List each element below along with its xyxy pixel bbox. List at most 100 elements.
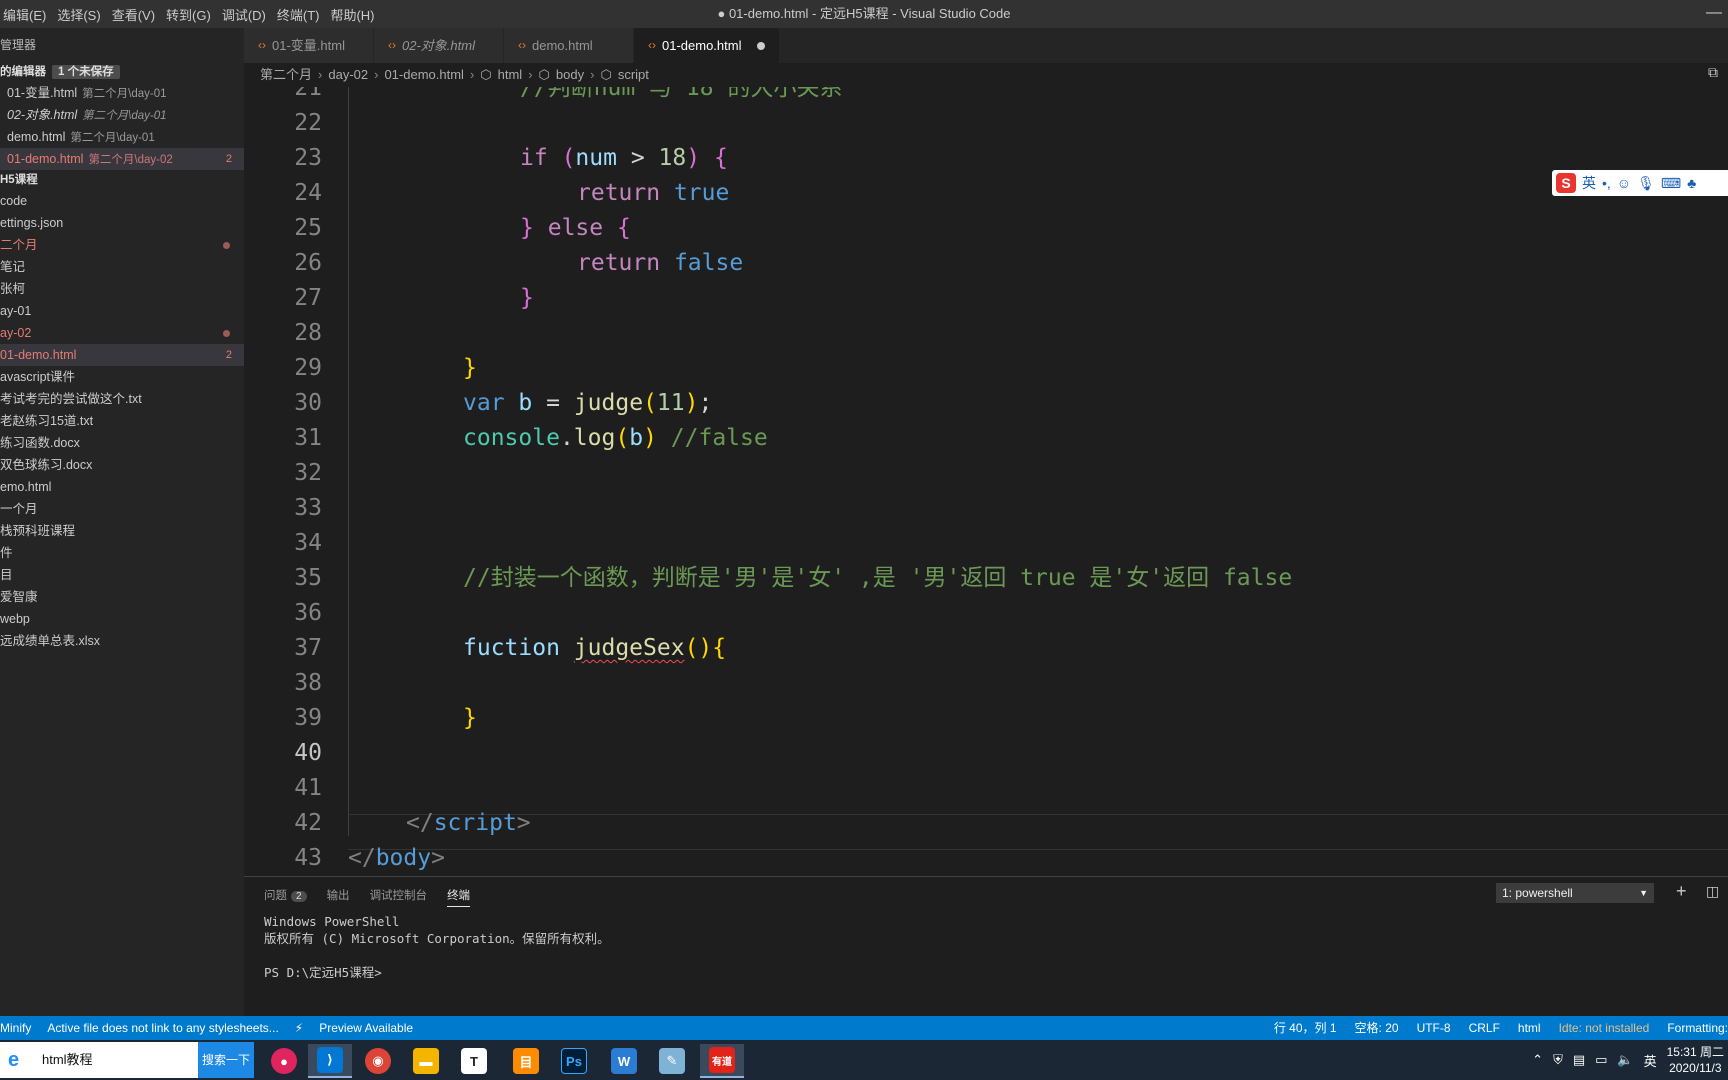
project-section[interactable]: H5课程 xyxy=(0,170,244,190)
notepad-icon[interactable]: ✎ xyxy=(650,1044,694,1078)
tree-item[interactable]: webp xyxy=(0,608,244,630)
photoshop-icon[interactable]: Ps xyxy=(552,1044,596,1078)
tab-01-demo[interactable]: ‹› 01-demo.html xyxy=(634,28,781,63)
tab-01-variables[interactable]: ‹› 01-变量.html xyxy=(244,28,374,63)
vscode-icon[interactable]: ⟩ xyxy=(308,1044,352,1078)
typora-icon[interactable]: T xyxy=(452,1044,496,1078)
terminal-output[interactable]: Windows PowerShell 版权所有 (C) Microsoft Cor… xyxy=(264,913,610,981)
tree-item[interactable]: 远成绩单总表.xlsx xyxy=(0,630,244,652)
tray-ime[interactable]: 英 xyxy=(1644,1051,1657,1070)
wps-writer-icon[interactable]: W xyxy=(602,1044,646,1078)
code-line: 34 xyxy=(294,530,322,556)
tree-item[interactable]: ettings.json xyxy=(0,212,244,234)
menu-view[interactable]: 查看(V) xyxy=(109,5,163,24)
breadcrumb-item[interactable]: 01-demo.html xyxy=(384,63,463,87)
taskbar-search-input[interactable]: e html教程 xyxy=(0,1042,198,1078)
tree-item[interactable]: emo.html xyxy=(0,476,244,498)
menu-terminal[interactable]: 终端(T) xyxy=(274,5,328,24)
chrome-icon[interactable]: ◉ xyxy=(356,1044,400,1078)
breadcrumb-item[interactable]: 第二个月 xyxy=(260,63,312,87)
volume-icon[interactable]: 🔈 xyxy=(1617,1052,1633,1068)
chevron-up-icon[interactable]: ⌃ xyxy=(1532,1052,1543,1068)
unsaved-dot[interactable] xyxy=(757,41,766,50)
ime-language[interactable]: 英 xyxy=(1582,173,1596,193)
tab-problems[interactable]: 问题 2 xyxy=(264,887,307,907)
menu-goto[interactable]: 转到(G) xyxy=(163,5,219,24)
breadcrumb-item[interactable]: html xyxy=(498,63,523,87)
terminal-prompt: PS D:\定远H5课程> xyxy=(264,965,382,980)
ime-toolbar[interactable]: S 英 •, ☺ 🎙 ⌨ ♣ xyxy=(1552,170,1728,196)
screen-recorder-icon[interactable]: ● xyxy=(262,1044,306,1078)
ime-punct[interactable]: •, xyxy=(1602,175,1611,191)
status-spaces[interactable]: 空格: 20 xyxy=(1355,1016,1399,1040)
code-line: 35//封装一个函数，判断是'男'是'女' ,是 '男'返回 true 是'女'… xyxy=(294,565,1293,591)
tab-output[interactable]: 输出 xyxy=(327,887,350,907)
sogou-logo-icon: S xyxy=(1556,173,1576,193)
open-editor-item[interactable]: 02-对象.html 第二个月\day-01 xyxy=(0,104,244,126)
open-editor-item[interactable]: 01-demo.html 第二个月\day-02 2 xyxy=(0,148,244,170)
battery-icon[interactable]: ▭ xyxy=(1595,1052,1607,1068)
status-minify[interactable]: Minify xyxy=(0,1016,31,1040)
status-stylesheet-message[interactable]: Active file does not link to any stylesh… xyxy=(47,1016,278,1040)
status-language[interactable]: html xyxy=(1518,1016,1541,1040)
menu-selection[interactable]: 选择(S) xyxy=(54,5,108,24)
open-editors-section[interactable]: 的编辑器 1 个未保存 xyxy=(0,62,244,82)
tab-02-objects[interactable]: ‹› 02-对象.html xyxy=(374,28,504,63)
add-terminal-icon[interactable]: + xyxy=(1676,881,1687,902)
tab-demo[interactable]: ‹› demo.html xyxy=(504,28,634,63)
status-preview[interactable]: Preview Available xyxy=(319,1016,413,1040)
status-idte[interactable]: Idte: not installed xyxy=(1559,1016,1650,1040)
tree-item[interactable]: 栈预科班课程 xyxy=(0,520,244,542)
status-formatting[interactable]: Formatting: xyxy=(1667,1016,1728,1040)
breadcrumb-item[interactable]: day-02 xyxy=(328,63,368,87)
code-line: 36 xyxy=(294,600,322,626)
tree-item[interactable]: 目 xyxy=(0,564,244,586)
tree-item[interactable]: 笔记 xyxy=(0,256,244,278)
symbol-icon: ⬡ xyxy=(480,67,492,82)
tree-item[interactable]: 一个月 xyxy=(0,498,244,520)
keyboard-icon[interactable]: ⌨ xyxy=(1661,175,1681,192)
tree-item[interactable]: 练习函数.docx xyxy=(0,432,244,454)
security-icon[interactable]: ⛨ xyxy=(1553,1052,1563,1068)
microphone-icon[interactable]: 🎙 xyxy=(1637,175,1655,192)
tree-item[interactable]: ay-01 xyxy=(0,300,244,322)
tab-debug-console[interactable]: 调试控制台 xyxy=(370,887,428,907)
tree-item[interactable]: 老赵练习15道.txt xyxy=(0,410,244,432)
minimize-icon[interactable]: — xyxy=(1706,0,1722,26)
status-eol[interactable]: CRLF xyxy=(1469,1016,1500,1040)
app-orange-icon[interactable]: 目 xyxy=(504,1044,548,1078)
tree-item[interactable]: 张柯 xyxy=(0,278,244,300)
youdao-icon[interactable]: 有道 xyxy=(700,1044,744,1078)
terminal-select[interactable]: 1: powershell ▼ xyxy=(1496,883,1654,903)
code-line: 41 xyxy=(294,775,322,801)
menu-help[interactable]: 帮助(H) xyxy=(327,5,382,24)
search-button[interactable]: 搜索一下 xyxy=(198,1042,254,1078)
ie-icon: e xyxy=(8,1049,20,1071)
tab-terminal[interactable]: 终端 xyxy=(447,887,471,907)
file-explorer-icon[interactable]: ▬ xyxy=(404,1044,448,1078)
open-editor-item[interactable]: 01-变量.html 第二个月\day-01 xyxy=(0,82,244,104)
tree-item[interactable]: 双色球练习.docx xyxy=(0,454,244,476)
tree-item[interactable]: code xyxy=(0,190,244,212)
terminal-line: 版权所有 (C) Microsoft Corporation。保留所有权利。 xyxy=(264,931,610,946)
tree-item[interactable]: avascript课件 xyxy=(0,366,244,388)
tree-item[interactable]: 01-demo.html 2 xyxy=(0,344,244,366)
skin-icon[interactable]: ♣ xyxy=(1687,175,1696,191)
tree-item[interactable]: 爱智康 xyxy=(0,586,244,608)
status-encoding[interactable]: UTF-8 xyxy=(1417,1016,1451,1040)
split-terminal-icon[interactable]: ◫ xyxy=(1706,883,1719,900)
emoji-icon[interactable]: ☺ xyxy=(1617,175,1631,191)
open-editor-item[interactable]: demo.html 第二个月\day-01 xyxy=(0,126,244,148)
tree-item[interactable]: 件 xyxy=(0,542,244,564)
tree-item[interactable]: 二个月 xyxy=(0,234,244,256)
tree-item[interactable]: 考试考完的尝试做这个.txt xyxy=(0,388,244,410)
breadcrumb-item[interactable]: script xyxy=(618,63,649,87)
menu-debug[interactable]: 调试(D) xyxy=(219,5,274,24)
clock[interactable]: 15:31 周二 2020/11/3 xyxy=(1667,1044,1724,1076)
network-icon[interactable]: ▤ xyxy=(1573,1052,1585,1068)
breadcrumb-item[interactable]: body xyxy=(556,63,584,87)
status-position[interactable]: 行 40，列 1 xyxy=(1274,1016,1337,1040)
tree-item[interactable]: ay-02 xyxy=(0,322,244,344)
menu-edit[interactable]: 编辑(E) xyxy=(0,5,54,24)
code-editor[interactable]: 21//判断num 与 18 的大小关系 22 23 if (num > 18) … xyxy=(244,87,1728,876)
